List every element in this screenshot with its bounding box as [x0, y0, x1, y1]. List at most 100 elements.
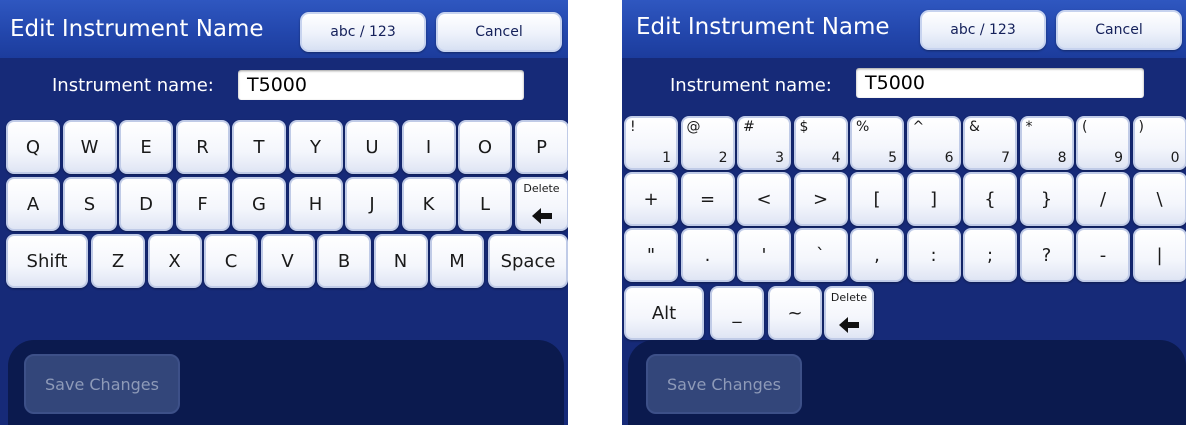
key-label: H — [308, 193, 323, 215]
symbol-key[interactable]: | — [1132, 228, 1186, 282]
key-z[interactable]: Z — [91, 234, 145, 288]
key-l[interactable]: L — [458, 177, 512, 231]
key-label: Delete — [523, 182, 560, 195]
key-0[interactable]: ) 0 — [1132, 116, 1186, 170]
key-x[interactable]: X — [147, 234, 202, 288]
key-label: ; — [986, 244, 994, 266]
key-5[interactable]: % 5 — [850, 116, 904, 170]
instrument-name-label: Instrument name: — [52, 75, 214, 96]
key-k[interactable]: K — [401, 177, 456, 231]
symbol-key[interactable]: ? — [1019, 228, 1074, 282]
key-label: 7 — [1001, 150, 1010, 166]
key-label: [ — [873, 188, 881, 210]
mode-toggle-button[interactable]: abc / 123 — [300, 12, 426, 52]
symbol-key[interactable]: : — [906, 228, 961, 282]
symbol-key[interactable]: } — [1019, 172, 1074, 226]
key-label: R — [196, 136, 209, 158]
key-q[interactable]: Q — [6, 120, 60, 174]
key-label: G — [252, 193, 266, 215]
key-a[interactable]: A — [6, 177, 60, 231]
cancel-button[interactable]: Cancel — [1056, 10, 1182, 50]
key-label: D — [139, 193, 153, 215]
symbol-key[interactable]: - — [1076, 228, 1130, 282]
key-9[interactable]: (9 — [1076, 116, 1130, 170]
instrument-name-input[interactable]: T5000 — [856, 68, 1144, 98]
key-i[interactable]: I — [401, 120, 456, 174]
key-label: _ — [732, 302, 742, 324]
key-t[interactable]: T — [232, 120, 286, 174]
bottom-action-area: Save Changes — [628, 340, 1186, 425]
key-c[interactable]: C — [204, 234, 258, 288]
key-7[interactable]: & 7 — [963, 116, 1017, 170]
title-bar: Edit Instrument Name abc / 123 Cancel — [622, 0, 1186, 58]
symbol-key[interactable]: ` — [793, 228, 848, 282]
delete-key[interactable]: Delete — [824, 286, 874, 340]
key-label: 3 — [775, 150, 784, 166]
key-h[interactable]: H — [288, 177, 343, 231]
symbol-key[interactable]: < — [737, 172, 791, 226]
symbol-key[interactable]: ; — [963, 228, 1017, 282]
key-label: B — [337, 250, 351, 272]
symbol-key[interactable]: . — [680, 228, 735, 282]
key-1[interactable]: ! 1 — [624, 116, 678, 170]
key-shift-label: $ — [799, 119, 809, 135]
symbol-key[interactable]: > — [793, 172, 848, 226]
key-label: ~ — [787, 302, 803, 324]
key-3[interactable]: #3 — [737, 116, 791, 170]
bottom-action-area: Save Changes — [8, 340, 564, 425]
instrument-name-input[interactable]: T5000 — [238, 70, 524, 100]
save-changes-button[interactable]: Save Changes — [24, 354, 180, 414]
symbol-key[interactable]: , — [850, 228, 904, 282]
space-key[interactable]: Space — [488, 234, 568, 288]
key-label: { — [984, 188, 996, 210]
symbol-key[interactable]: { — [963, 172, 1017, 226]
key-j[interactable]: J — [345, 177, 399, 231]
tilde-key[interactable]: ~ — [768, 286, 822, 340]
key-d[interactable]: D — [119, 177, 173, 231]
key-label: ` — [816, 244, 825, 266]
key-m[interactable]: M — [430, 234, 484, 288]
underscore-key[interactable]: _ — [710, 286, 764, 340]
shift-key[interactable]: Shift — [6, 234, 88, 288]
key-y[interactable]: Y — [288, 120, 343, 174]
symbol-key[interactable]: " — [624, 228, 678, 282]
symbol-key[interactable]: = — [680, 172, 735, 226]
key-u[interactable]: U — [345, 120, 399, 174]
key-shift-label: ! — [630, 119, 636, 135]
key-shift-label: & — [969, 119, 980, 135]
key-n[interactable]: N — [373, 234, 428, 288]
key-label: K — [422, 193, 435, 215]
save-changes-button[interactable]: Save Changes — [646, 354, 802, 414]
page-title: Edit Instrument Name — [636, 14, 890, 40]
cancel-button[interactable]: Cancel — [436, 12, 562, 52]
key-g[interactable]: G — [232, 177, 286, 231]
key-s[interactable]: S — [62, 177, 117, 231]
symbol-key[interactable]: + — [624, 172, 678, 226]
left-arrow-icon — [839, 317, 859, 333]
key-label: ? — [1041, 244, 1052, 266]
symbol-key[interactable]: [ — [850, 172, 904, 226]
symbol-key[interactable]: ' — [737, 228, 791, 282]
key-6[interactable]: ^ 6 — [906, 116, 961, 170]
alt-key[interactable]: Alt — [624, 286, 704, 340]
key-e[interactable]: E — [119, 120, 173, 174]
delete-key[interactable]: Delete — [514, 177, 568, 231]
key-8[interactable]: * 8 — [1019, 116, 1074, 170]
symbol-key[interactable]: \ — [1132, 172, 1186, 226]
key-p[interactable]: P — [514, 120, 568, 174]
key-o[interactable]: O — [458, 120, 512, 174]
mode-toggle-button[interactable]: abc / 123 — [920, 10, 1046, 50]
key-v[interactable]: V — [260, 234, 315, 288]
symbol-key[interactable]: ] — [906, 172, 961, 226]
key-label: Shift — [26, 250, 68, 272]
key-b[interactable]: B — [317, 234, 371, 288]
symbol-key[interactable]: / — [1076, 172, 1130, 226]
key-label: A — [26, 193, 40, 215]
key-4[interactable]: $4 — [793, 116, 848, 170]
key-w[interactable]: W — [62, 120, 117, 174]
key-2[interactable]: @2 — [680, 116, 735, 170]
key-label: 5 — [888, 150, 897, 166]
key-f[interactable]: F — [175, 177, 230, 231]
key-label: W — [80, 136, 99, 158]
key-r[interactable]: R — [175, 120, 230, 174]
